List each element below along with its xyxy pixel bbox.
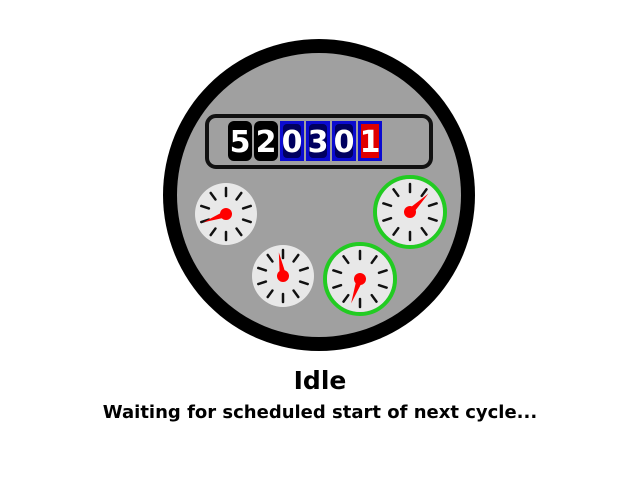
odometer-digit-5: 0 xyxy=(332,121,356,161)
dial-hub xyxy=(277,270,289,282)
app-canvas: 520301 Idle Waiting for scheduled start … xyxy=(0,0,640,480)
digit-value: 0 xyxy=(334,125,355,160)
water-meter-graphic: 520301 xyxy=(163,39,475,351)
dial-3 xyxy=(373,175,447,249)
odometer-digit-1: 5 xyxy=(228,121,252,161)
digit-value: 1 xyxy=(360,125,381,160)
dial-hub xyxy=(404,206,416,218)
dial-4 xyxy=(323,242,397,316)
dial-hub xyxy=(220,208,232,220)
status-message: Waiting for scheduled start of next cycl… xyxy=(102,402,538,423)
digit-value: 5 xyxy=(230,125,251,160)
odometer-digit-3: 0 xyxy=(280,121,304,161)
digit-value: 3 xyxy=(308,125,329,160)
status-title: Idle xyxy=(293,366,347,395)
dial-hub xyxy=(354,273,366,285)
digit-value: 2 xyxy=(256,125,277,160)
odometer-digit-4: 3 xyxy=(306,121,330,161)
dial-1 xyxy=(195,183,257,245)
odometer-digit-6: 1 xyxy=(358,121,382,161)
digit-value: 0 xyxy=(282,125,303,160)
dial-2 xyxy=(252,245,314,307)
odometer-digit-2: 2 xyxy=(254,121,278,161)
